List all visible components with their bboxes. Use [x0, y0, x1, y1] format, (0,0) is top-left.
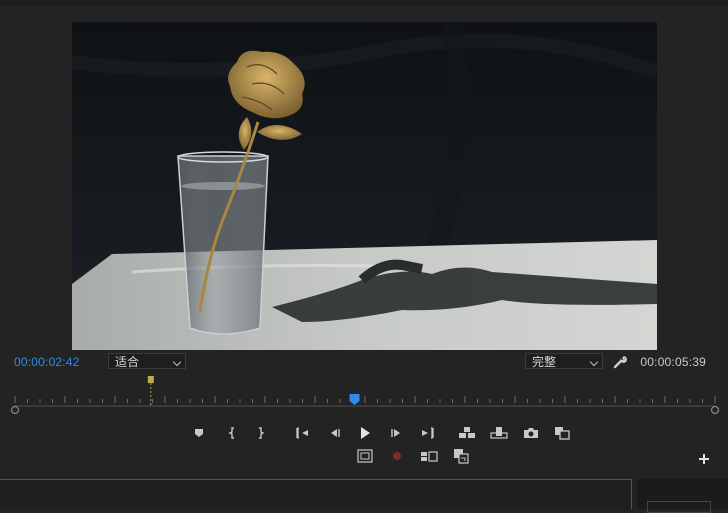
go-to-in-button[interactable]	[291, 424, 313, 442]
insert-icon	[459, 427, 475, 438]
export-frame-icon	[524, 428, 538, 438]
mark-out-icon	[259, 427, 265, 439]
zoom-handle-right[interactable]	[710, 405, 720, 415]
step-forward-icon	[391, 429, 400, 437]
play-icon	[361, 427, 370, 439]
multi-camera-icon	[421, 451, 438, 462]
timeline-ruler[interactable]	[0, 372, 728, 418]
settings-wrench-icon[interactable]	[612, 354, 628, 370]
record-button[interactable]	[386, 447, 408, 465]
add-button-icon	[699, 454, 709, 464]
comparison-view-icon	[555, 427, 570, 440]
safe-margins-icon	[357, 449, 373, 463]
step-forward-button[interactable]	[386, 424, 408, 442]
add-marker-icon	[195, 429, 203, 437]
record-icon	[393, 452, 401, 460]
mark-in-icon	[228, 427, 234, 439]
fit-dropdown-label: 适合	[115, 355, 140, 369]
quality-dropdown-label: 完整	[532, 355, 557, 369]
window-top-strip	[0, 0, 728, 6]
multi-camera-button[interactable]	[418, 447, 440, 465]
overwrite-button[interactable]	[488, 424, 510, 442]
panel-tile	[647, 501, 711, 513]
mark-out-button[interactable]	[250, 424, 272, 442]
side-panel[interactable]	[637, 479, 728, 513]
zoom-handle-left[interactable]	[10, 405, 20, 415]
step-back-button[interactable]	[323, 424, 345, 442]
add-marker-button[interactable]	[188, 424, 210, 442]
insert-button[interactable]	[456, 424, 478, 442]
go-to-out-icon	[422, 427, 434, 439]
vr-video-button[interactable]	[450, 447, 472, 465]
vr-video-icon	[454, 449, 469, 464]
ruler-ticks	[14, 396, 716, 403]
export-frame-button[interactable]	[520, 424, 542, 442]
timeline-panel[interactable]	[0, 479, 632, 509]
current-timecode[interactable]: 00:00:02:42	[14, 355, 80, 369]
chevron-down-icon	[172, 357, 182, 367]
go-to-in-icon	[296, 427, 308, 439]
fit-dropdown[interactable]: 适合	[108, 353, 186, 369]
playhead[interactable]	[349, 394, 360, 405]
add-button[interactable]	[693, 450, 715, 468]
playback-quality-dropdown[interactable]: 完整	[525, 353, 603, 369]
safe-margins-button[interactable]	[354, 447, 376, 465]
play-button[interactable]	[354, 424, 376, 442]
go-to-out-button[interactable]	[417, 424, 439, 442]
mark-in-button[interactable]	[221, 424, 243, 442]
overwrite-icon	[490, 427, 508, 439]
step-back-icon	[331, 429, 340, 437]
chevron-down-icon	[589, 357, 599, 367]
duration-timecode: 00:00:05:39	[640, 355, 706, 369]
comparison-view-button[interactable]	[551, 424, 573, 442]
program-monitor-video[interactable]	[72, 22, 657, 350]
